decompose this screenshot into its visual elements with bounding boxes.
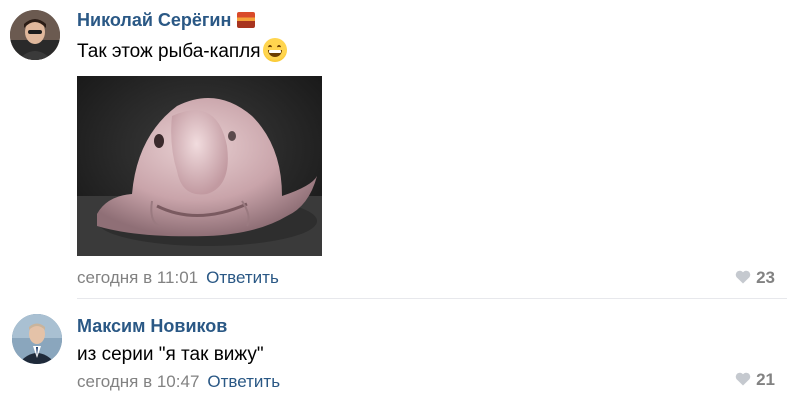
avatar-photo: [10, 10, 60, 60]
heart-icon: [735, 372, 751, 386]
reply-button[interactable]: Ответить: [206, 268, 279, 287]
heart-icon: [735, 270, 751, 284]
grinning-face-emoji: [262, 38, 287, 62]
comment: Николай Серёгин Так этож рыба-капля сего…: [0, 0, 787, 300]
like-count: 23: [756, 268, 775, 287]
avatar[interactable]: [12, 314, 62, 364]
avatar-photo: [12, 314, 62, 364]
comment-meta: сегодня в 11:01 Ответить: [77, 268, 279, 288]
comment-text: из серии "я так вижу": [77, 344, 264, 366]
blobfish-image: [77, 76, 322, 256]
comment-time[interactable]: сегодня в 10:47: [77, 372, 199, 391]
author-name[interactable]: Николай Серёгин: [77, 10, 231, 30]
sunset-flag-icon: [237, 12, 256, 28]
comment: Максим Новиков из серии "я так вижу" сег…: [0, 300, 787, 400]
attached-photo[interactable]: [77, 76, 322, 256]
comment-time[interactable]: сегодня в 11:01: [77, 268, 198, 287]
comment-meta: сегодня в 10:47 Ответить: [77, 372, 280, 392]
like-button[interactable]: 23: [735, 268, 775, 288]
like-button[interactable]: 21: [735, 370, 775, 390]
reply-button[interactable]: Ответить: [207, 372, 280, 391]
comment-text-content: Так этож рыба-капля: [77, 41, 261, 62]
comment-divider: [77, 298, 787, 299]
like-count: 21: [756, 370, 775, 389]
avatar[interactable]: [10, 10, 60, 60]
author-name[interactable]: Максим Новиков: [77, 316, 227, 336]
comment-author[interactable]: Николай Серёгин: [77, 10, 256, 31]
comment-text-content: из серии "я так вижу": [77, 344, 264, 365]
comment-author[interactable]: Максим Новиков: [77, 316, 227, 337]
comment-text: Так этож рыба-капля: [77, 38, 287, 63]
